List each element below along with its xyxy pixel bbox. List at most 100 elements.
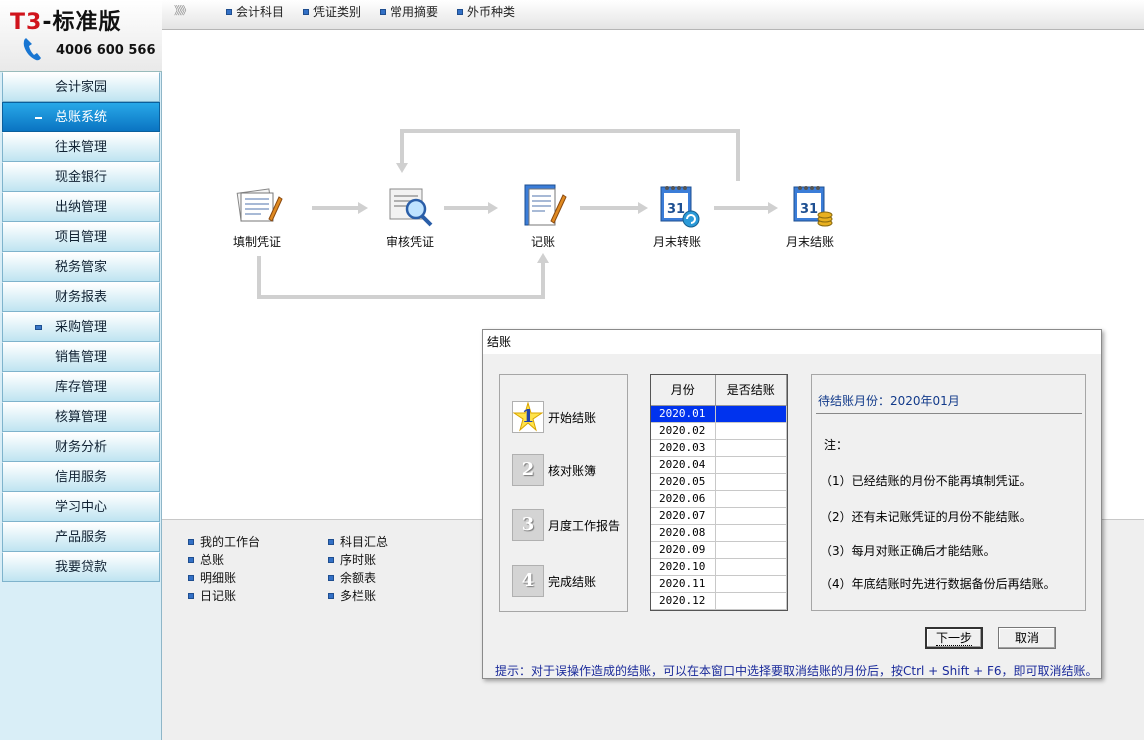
quicklink-label: 序时账 [340,553,377,567]
quicklink-detail-ledger[interactable]: 明细账 [188,569,236,586]
cell-closed [715,575,787,593]
cell-closed [715,592,787,610]
column-header-month[interactable]: 月份 [651,375,716,406]
step-label: 核对账簿 [548,464,597,478]
menu-item-label: 会计科目 [236,5,285,19]
menu-item-common-summaries[interactable]: 常用摘要 [380,3,438,20]
column-header-closed[interactable]: 是否结账 [715,375,787,406]
sidebar-item-tax[interactable]: 税务管家 [2,252,160,282]
next-button-label: 下一步 [935,631,972,646]
sidebar-item-reports[interactable]: 财务报表 [2,282,160,312]
quicklink-general-ledger[interactable]: 总账 [188,551,224,568]
flow-node-month-end-close[interactable]: 31 月末结账 [775,179,845,250]
sidebar-item-general-ledger[interactable]: 总账系统 [2,102,160,132]
cell-closed [715,490,787,508]
month-end-close-icon: 31 [793,186,833,227]
sidebar-item-label: 学习中心 [54,500,107,515]
flow-node-posting[interactable]: 记账 [508,179,578,250]
sidebar-item-label: 库存管理 [54,380,107,395]
expand-icon [35,325,42,330]
sidebar-item-learning[interactable]: 学习中心 [2,492,160,522]
menu-item-currencies[interactable]: 外币种类 [457,3,515,20]
cell-month: 2020.09 [651,541,716,559]
sidebar-item-credit[interactable]: 信用服务 [2,462,160,492]
table-row[interactable]: 2020.10 [651,558,787,576]
table-row[interactable]: 2020.03 [651,439,787,457]
step-label: 完成结账 [548,575,597,589]
table-row[interactable]: 2020.12 [651,592,787,610]
cell-month: 2020.05 [651,473,716,491]
collapse-icon [35,117,42,119]
cell-closed [715,507,787,525]
month-table: 月份 是否结账 2020.01 2020.02 2020.03 2020.04 … [650,374,788,611]
flow-node-voucher-review[interactable]: 审核凭证 [375,179,445,250]
flow-node-label: 月末结账 [785,235,834,249]
step-label: 月度工作报告 [548,519,621,533]
table-row[interactable]: 2020.06 [651,490,787,508]
svg-text:31: 31 [667,202,685,217]
sidebar-item-analysis[interactable]: 财务分析 [2,432,160,462]
flow-node-label: 审核凭证 [385,235,434,249]
table-row[interactable]: 2020.11 [651,575,787,593]
sidebar-item-label: 会计家园 [54,80,107,95]
step-label: 开始结账 [548,411,597,425]
sidebar-item-label: 我要贷款 [54,560,107,575]
next-button[interactable]: 下一步 [925,627,983,649]
table-row[interactable]: 2020.02 [651,422,787,440]
sidebar-item-sales[interactable]: 销售管理 [2,342,160,372]
quicklink-label: 余额表 [340,571,377,585]
cell-month: 2020.04 [651,456,716,474]
sidebar-nav: 会计家园 总账系统 往来管理 现金银行 出纳管理 项目管理 税务管家 财务报表 … [2,72,160,582]
note-line-1: （1）已经结账的月份不能再填制凭证。 [820,474,1032,488]
quicklink-balance-sheet[interactable]: 余额表 [328,569,376,586]
sidebar-item-receivables[interactable]: 往来管理 [2,132,160,162]
quicklink-label: 科目汇总 [340,535,389,549]
quicklink-chronological[interactable]: 序时账 [328,551,376,568]
sidebar-item-cash-bank[interactable]: 现金银行 [2,162,160,192]
sidebar-item-costing[interactable]: 核算管理 [2,402,160,432]
posting-icon [524,184,567,226]
sidebar-item-accounting-home[interactable]: 会计家园 [2,72,160,102]
sidebar-item-loan[interactable]: 我要贷款 [2,552,160,582]
table-row[interactable]: 2020.05 [651,473,787,491]
bullet-icon [188,593,194,599]
sidebar-item-label: 总账系统 [54,110,107,125]
sidebar-item-label: 核算管理 [54,410,107,425]
menu-item-voucher-types[interactable]: 凭证类别 [303,3,361,20]
sidebar-item-inventory[interactable]: 库存管理 [2,372,160,402]
quicklink-label: 我的工作台 [200,535,261,549]
sidebar-item-purchasing[interactable]: 采购管理 [2,312,160,342]
bullet-icon [188,539,194,545]
flow-node-month-end-transfer[interactable]: 31 月末转账 [642,179,712,250]
table-row[interactable]: 2020.01 [651,405,787,423]
quicklink-journal[interactable]: 日记账 [188,587,236,604]
sidebar-item-label: 出纳管理 [54,200,107,215]
table-row[interactable]: 2020.07 [651,507,787,525]
sidebar-item-projects[interactable]: 项目管理 [2,222,160,252]
table-row[interactable]: 2020.09 [651,541,787,559]
quicklink-account-summary[interactable]: 科目汇总 [328,533,388,550]
top-menu-bar: 》》》 会计科目 凭证类别 常用摘要 外币种类 [162,0,1144,30]
closing-dialog: 结账 1 开始结账 2 核对账簿 3 月度工作报告 4 完成结账 月份 是否结账… [482,329,1102,679]
table-row[interactable]: 2020.08 [651,524,787,542]
quicklink-label: 总账 [200,553,225,567]
bullet-icon [328,557,334,563]
sidebar-item-label: 财务报表 [54,290,107,305]
menu-item-label: 外币种类 [467,5,516,19]
note-title: 注： [824,438,849,452]
menu-item-accounts[interactable]: 会计科目 [226,3,284,20]
quicklink-multi-column[interactable]: 多栏账 [328,587,376,604]
flow-node-voucher-entry[interactable]: 填制凭证 [222,179,292,250]
dialog-title[interactable]: 结账 [483,330,1101,354]
sidebar-item-cashier[interactable]: 出纳管理 [2,192,160,222]
quicklink-my-workbench[interactable]: 我的工作台 [188,533,260,550]
menu-item-label: 常用摘要 [390,5,439,19]
cell-month: 2020.07 [651,507,716,525]
dialog-hint: 提示：对于误操作造成的结账，可以在本窗口中选择要取消结账的月份后，按Ctrl +… [495,664,1098,678]
note-line-4: （4）年底结账时先进行数据备份后再结账。 [820,577,1056,591]
table-row[interactable]: 2020.04 [651,456,787,474]
cell-month: 2020.12 [651,592,716,610]
quicklink-label: 日记账 [200,589,237,603]
sidebar-item-product-service[interactable]: 产品服务 [2,522,160,552]
cancel-button[interactable]: 取消 [998,627,1056,649]
